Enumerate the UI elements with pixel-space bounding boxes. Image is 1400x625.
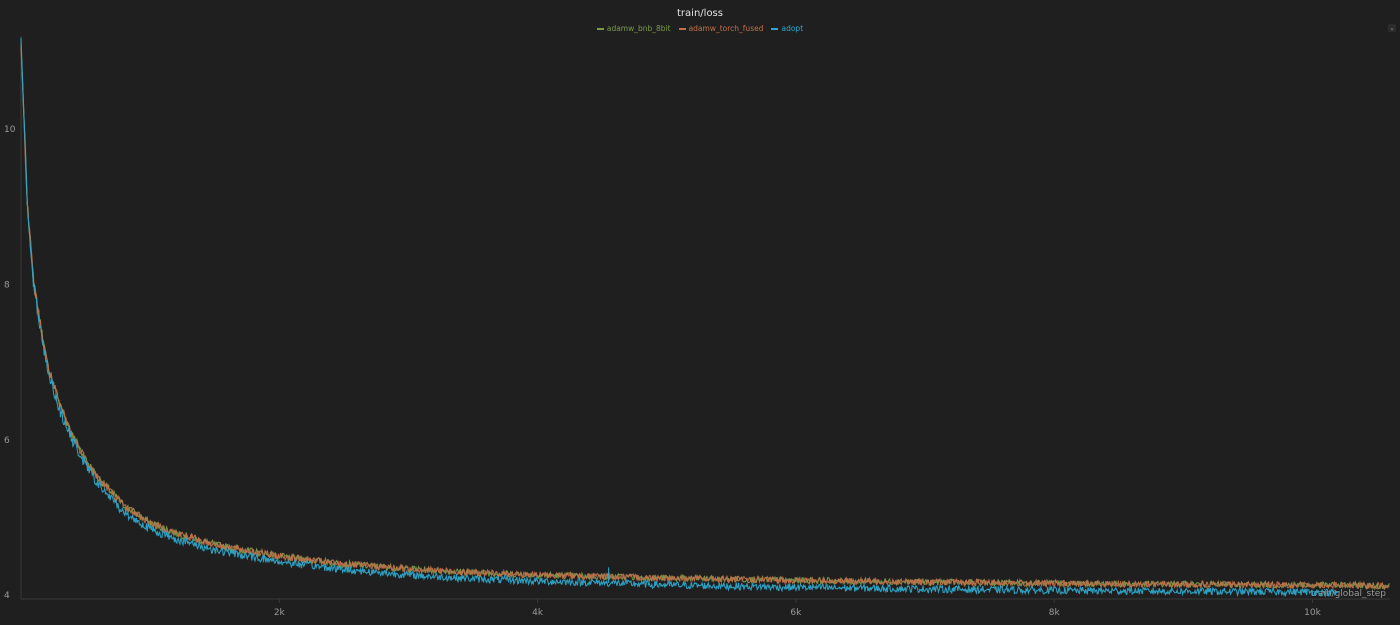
y-tick-label: 4 (4, 591, 10, 601)
series-line-adamw_torch_fused (20, 47, 1390, 590)
y-tick-label: 8 (4, 280, 10, 290)
x-tick-label: 10k (1304, 608, 1321, 618)
x-tick-label: 6k (790, 608, 802, 618)
x-tick-label: 8k (1049, 608, 1061, 618)
loss-plot: 468102k 4k 6k 8k 10ktrain/global_step (4, 36, 1390, 618)
series-line-adopt (20, 37, 1339, 598)
x-tick-label: 4k (532, 608, 544, 618)
series-line-adamw_bnb_8bit (20, 42, 1390, 591)
chart-panel: train/loss adamw_bnb_8bit adamw_torch_fus… (0, 0, 1400, 625)
y-tick-label: 10 (4, 125, 16, 135)
x-tick-label: 2k (274, 608, 286, 618)
y-tick-label: 6 (4, 436, 10, 446)
